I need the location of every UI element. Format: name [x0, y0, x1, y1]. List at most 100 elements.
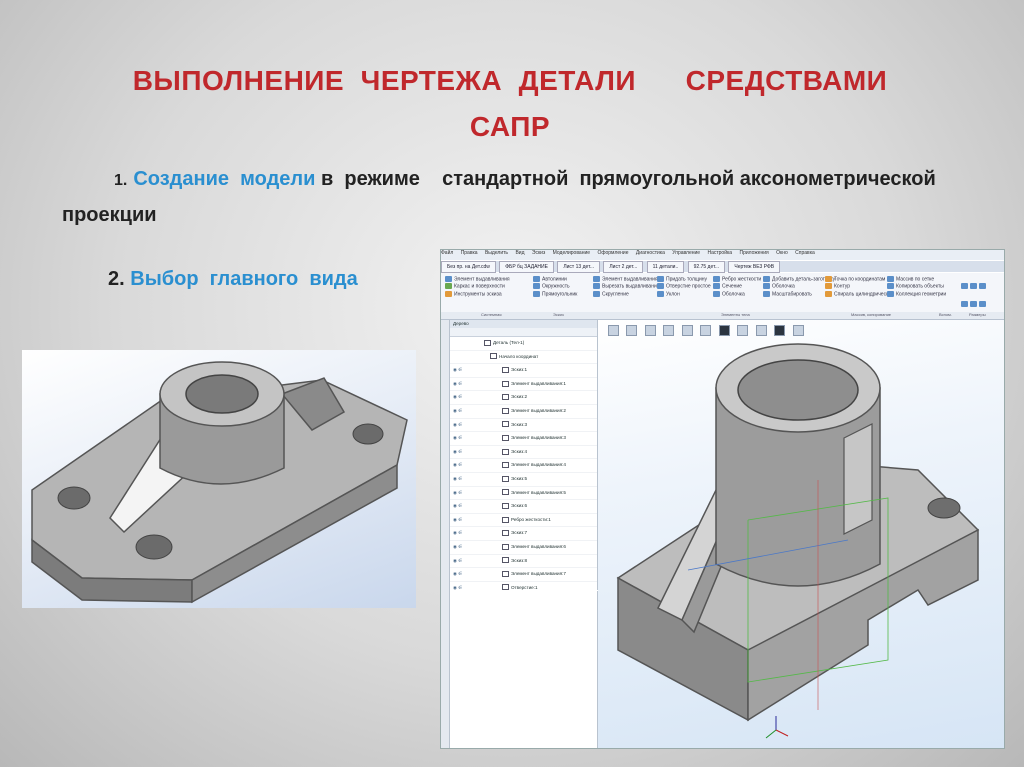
- ribbon-group: Массив по сетке Копировать объекты Колле…: [887, 276, 946, 298]
- ribbon-item[interactable]: Уклон: [657, 290, 711, 298]
- ribbon-item[interactable]: Придать толщину: [657, 276, 711, 283]
- 3d-viewport[interactable]: [598, 320, 1004, 748]
- tree-root[interactable]: Деталь (Тел-1): [450, 337, 597, 351]
- extrude-icon: [502, 570, 509, 577]
- tool-icon[interactable]: [979, 282, 986, 289]
- document-tab[interactable]: Лист 2 дет...: [603, 261, 644, 273]
- ribbon-item[interactable]: Каркас и поверхности: [445, 283, 510, 290]
- ribbon-item[interactable]: Отверстие простое: [657, 283, 711, 290]
- ribbon-item[interactable]: Сечение: [713, 283, 761, 290]
- extrude-icon: [502, 434, 509, 441]
- ribbon-item[interactable]: Оболочка: [713, 290, 761, 298]
- menu-item[interactable]: Справка: [795, 250, 815, 256]
- tree-item[interactable]: ◉ ∈ Элемент выдавливания:1: [450, 378, 597, 392]
- tree-item[interactable]: ◉ ∈ Эскиз:8: [450, 555, 597, 569]
- ribbon-item[interactable]: Прямоугольник: [533, 290, 577, 298]
- ribbon-item[interactable]: Скругление: [593, 290, 663, 298]
- eye-icon[interactable]: ◉ ∈: [453, 378, 463, 391]
- menu-item[interactable]: Эскиз: [532, 250, 545, 256]
- eye-icon[interactable]: ◉ ∈: [453, 391, 463, 404]
- tool-icon[interactable]: [970, 282, 977, 289]
- tool-icon[interactable]: [979, 300, 986, 307]
- model-image-left: [22, 350, 416, 608]
- document-tab[interactable]: Лист 13 дет...: [557, 261, 600, 273]
- ribbon-item[interactable]: Элемент выдавливания: [445, 276, 510, 283]
- extrude-icon: [502, 407, 509, 414]
- ribbon-item[interactable]: Вырезать выдавливанием: [593, 283, 663, 290]
- ribbon-item[interactable]: Копировать объекты: [887, 283, 946, 290]
- shell-icon: [763, 283, 770, 290]
- menu-item[interactable]: Диагностика: [636, 250, 665, 256]
- tool-icon[interactable]: [961, 282, 968, 289]
- ribbon-item[interactable]: Элемент выдавливания: [593, 276, 663, 283]
- tree-item[interactable]: Начало координат: [450, 351, 597, 365]
- eye-icon[interactable]: ◉ ∈: [453, 419, 463, 432]
- document-tab[interactable]: ФБР бц ЗАДАНИЕ: [499, 261, 554, 273]
- document-tab[interactable]: 11 детали..: [646, 261, 685, 273]
- eye-icon[interactable]: ◉ ∈: [453, 487, 463, 500]
- tree-item[interactable]: ◉ ∈ Элемент выдавливания:3: [450, 432, 597, 446]
- menu-item[interactable]: Окно: [776, 250, 788, 256]
- document-tab[interactable]: 92.75 дет...: [687, 261, 725, 273]
- tree-item[interactable]: ◉ ∈ Ребро жесткости:1: [450, 514, 597, 528]
- ribbon-item[interactable]: Окружность: [533, 283, 577, 290]
- tool-icon[interactable]: [961, 300, 968, 307]
- ribbon-item[interactable]: Инструменты эскиза: [445, 290, 510, 298]
- section-icon: [713, 283, 720, 290]
- extrude-icon: [445, 276, 452, 282]
- part-icon: [484, 339, 491, 346]
- tree-item[interactable]: ◉ ∈ Эскиз:1: [450, 364, 597, 378]
- eye-icon[interactable]: ◉ ∈: [453, 514, 463, 527]
- tree-item[interactable]: ◉ ∈ Эскиз:6: [450, 500, 597, 514]
- ribbon-item[interactable]: Точка по координатам: [825, 276, 894, 283]
- slide-title: ВЫПОЛНЕНИЕ ЧЕРТЕЖА ДЕТАЛИ СРЕДСТВАМИ САП…: [40, 58, 980, 150]
- eye-icon[interactable]: ◉ ∈: [453, 446, 463, 459]
- tree-item[interactable]: ◉ ∈ Эскиз:7: [450, 527, 597, 541]
- menu-item[interactable]: Выделить: [485, 250, 508, 256]
- eye-icon[interactable]: ◉ ∈: [453, 364, 463, 377]
- menu-item[interactable]: Вид: [515, 250, 524, 256]
- tree-item[interactable]: ◉ ∈ Элемент выдавливания:4: [450, 459, 597, 473]
- eye-icon[interactable]: ◉ ∈: [453, 500, 463, 513]
- tree-item[interactable]: ◉ ∈ Эскиз:4: [450, 446, 597, 460]
- tree-item[interactable]: ◉ ∈ Элемент выдавливания:7: [450, 568, 597, 582]
- tool-icon[interactable]: [970, 300, 977, 307]
- eye-icon[interactable]: ◉ ∈: [453, 459, 463, 472]
- menu-item[interactable]: Правка: [461, 250, 478, 256]
- ribbon-item[interactable]: Контур: [825, 283, 894, 290]
- tree-item[interactable]: ◉ ∈ Эскиз:5: [450, 473, 597, 487]
- spiral-icon: [825, 290, 832, 297]
- sketch-icon: [502, 394, 509, 401]
- eye-icon[interactable]: ◉ ∈: [453, 555, 463, 568]
- ribbon-group-label: Размеры: [969, 312, 986, 317]
- menu-item[interactable]: Настройка: [707, 250, 732, 256]
- eye-icon[interactable]: ◉ ∈: [453, 541, 463, 554]
- document-tab[interactable]: Чертеж ВЕ3 РФВ: [728, 261, 781, 273]
- eye-icon[interactable]: ◉ ∈: [453, 432, 463, 445]
- tree-item[interactable]: ◉ ∈ Эскиз:2: [450, 391, 597, 405]
- step-2: 2. Выбор главного вида: [108, 268, 358, 291]
- contour-icon: [825, 283, 832, 290]
- eye-icon[interactable]: ◉ ∈: [453, 568, 463, 581]
- menu-item[interactable]: Управление: [672, 250, 700, 256]
- tree-item[interactable]: ◉ ∈ Элемент выдавливания:6: [450, 541, 597, 555]
- menu-item[interactable]: Приложения: [739, 250, 768, 256]
- hole-icon: [657, 283, 664, 290]
- part-model-left: [31, 361, 408, 604]
- ribbon-item[interactable]: Ребро жесткости: [713, 276, 761, 283]
- shell-icon: [713, 290, 720, 297]
- eye-icon[interactable]: ◉ ∈: [453, 405, 463, 418]
- ribbon-item[interactable]: Спираль цилиндрическая: [825, 290, 894, 298]
- eye-icon[interactable]: ◉ ∈: [453, 527, 463, 540]
- tree-item[interactable]: ◉ ∈ Элемент выдавливания:2: [450, 405, 597, 419]
- eye-icon[interactable]: ◉ ∈: [453, 473, 463, 486]
- tree-item[interactable]: ◉ ∈ Элемент выдавливания:5: [450, 487, 597, 501]
- document-tab[interactable]: Без пр. на Дет.cdw: [441, 261, 496, 273]
- ribbon-item[interactable]: Коллекция геометрии: [887, 290, 946, 298]
- ribbon-item[interactable]: Массив по сетке: [887, 276, 946, 283]
- tree-item[interactable]: ◉ ∈ Эскиз:3: [450, 419, 597, 433]
- ribbon-item[interactable]: Автолинии: [533, 276, 577, 283]
- menu-item[interactable]: Моделирование: [553, 250, 590, 256]
- menu-item[interactable]: Файл: [441, 250, 453, 256]
- menu-item[interactable]: Оформление: [597, 250, 628, 256]
